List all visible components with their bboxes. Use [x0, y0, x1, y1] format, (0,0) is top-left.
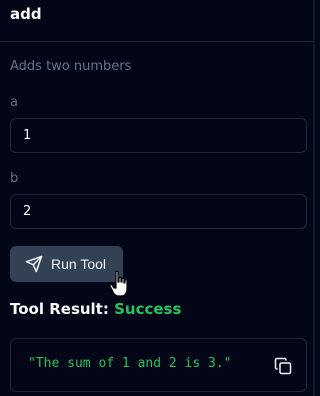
input-b[interactable] [10, 194, 307, 229]
field-label-a: a [10, 95, 18, 110]
result-output-text: "The sum of 1 and 2 is 3." [28, 356, 232, 371]
run-tool-label: Run Tool [51, 256, 107, 272]
input-a[interactable] [10, 118, 307, 153]
run-tool-button[interactable]: Run Tool [10, 246, 123, 282]
tool-header: add [0, 0, 315, 42]
tool-result-heading: Tool Result: Success [10, 300, 181, 318]
send-icon [25, 255, 43, 273]
copy-icon[interactable] [274, 357, 292, 375]
field-label-b: b [10, 171, 19, 186]
result-output-box: "The sum of 1 and 2 is 3." [10, 338, 307, 392]
tool-result-label: Tool Result: [10, 300, 109, 318]
tool-description: Adds two numbers [10, 59, 132, 74]
scrollbar-track [313, 0, 315, 396]
hand-cursor-icon [109, 270, 128, 297]
status-badge: Success [114, 300, 182, 318]
tool-name: add [10, 5, 42, 23]
